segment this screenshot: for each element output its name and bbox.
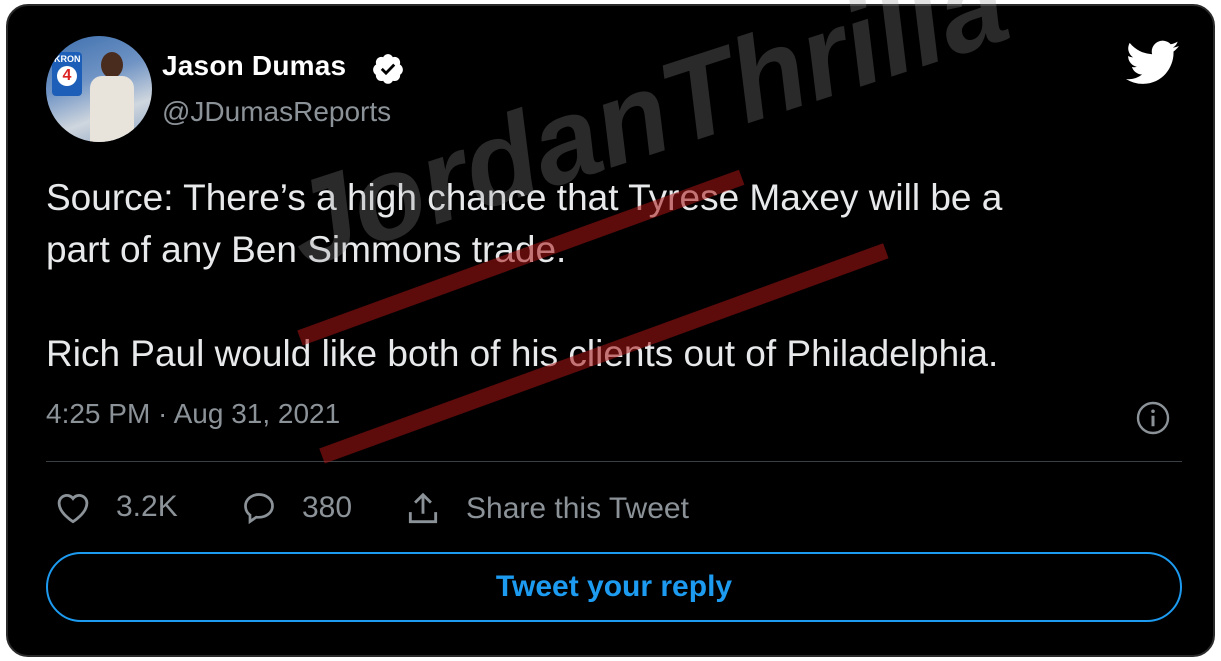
tweet-timestamp[interactable]: 4:25 PM · Aug 31, 2021 <box>46 398 340 430</box>
info-icon[interactable] <box>1135 400 1171 436</box>
divider <box>46 461 1182 462</box>
logo-number: 4 <box>57 66 77 86</box>
reply-button[interactable]: 380 <box>240 490 352 526</box>
like-button[interactable]: 3.2K <box>54 490 178 524</box>
kron4-logo: KRON 4 <box>52 52 82 96</box>
share-upload-icon <box>408 492 438 524</box>
twitter-bird-icon[interactable] <box>1126 40 1180 86</box>
share-button[interactable]: Share this Tweet <box>404 490 689 528</box>
heart-icon <box>57 494 89 524</box>
share-label: Share this Tweet <box>466 492 689 525</box>
tweet-text-line: Source: There’s a high chance that Tyres… <box>46 177 1003 218</box>
like-count: 3.2K <box>116 490 178 523</box>
tweet-text-line: part of any Ben Simmons trade. <box>46 229 567 270</box>
avatar-person-body <box>90 76 134 142</box>
verified-badge-icon <box>373 54 403 84</box>
author-handle[interactable]: @JDumasReports <box>162 96 391 128</box>
tweet-text: Source: There’s a high chance that Tyres… <box>46 172 1196 380</box>
logo-text: KRON <box>54 54 81 64</box>
avatar-person-head <box>101 52 123 78</box>
author-avatar[interactable]: KRON 4 <box>46 36 152 142</box>
reply-count: 380 <box>302 491 353 524</box>
speech-bubble-icon <box>244 493 274 525</box>
tweet-reply-button[interactable]: Tweet your reply <box>46 552 1182 622</box>
tweet-text-line: Rich Paul would like both of his clients… <box>46 333 999 374</box>
author-name[interactable]: Jason Dumas <box>162 50 346 82</box>
